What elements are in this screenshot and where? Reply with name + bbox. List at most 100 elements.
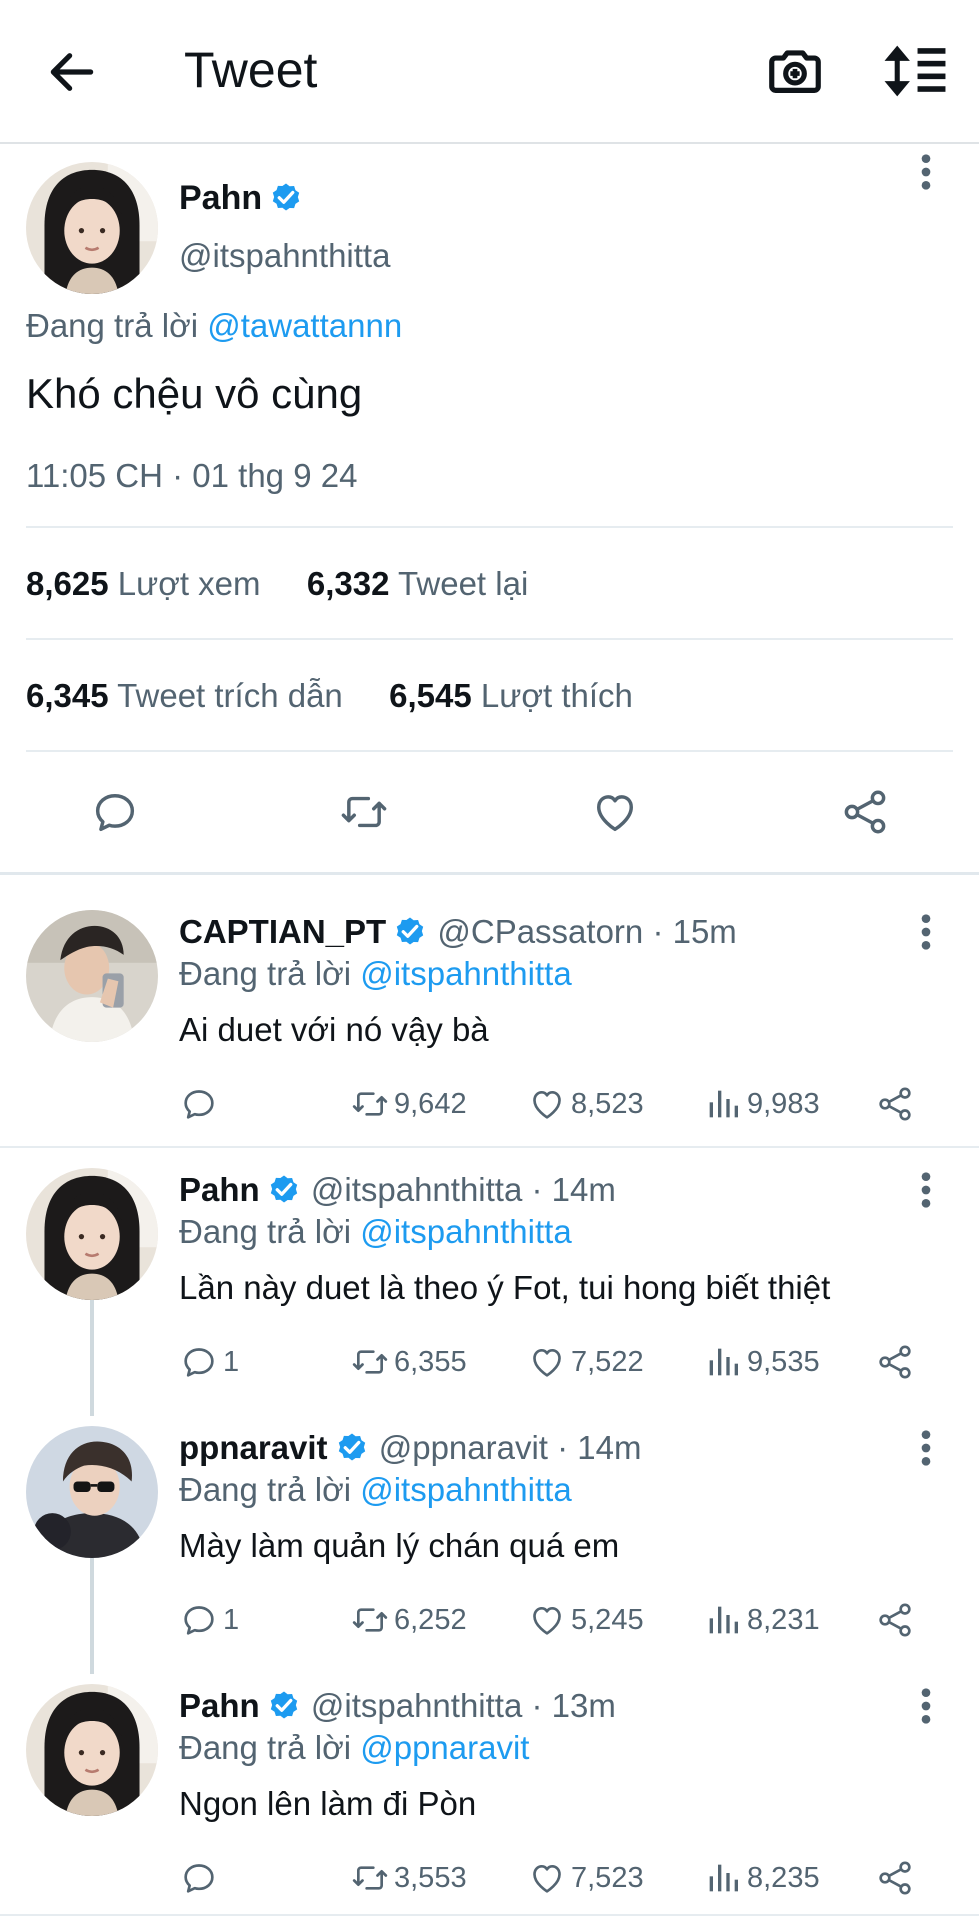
stats-row-1: 8,625 Lượt xem 6,332 Tweet lại [26, 564, 528, 604]
avatar[interactable] [26, 162, 158, 294]
replying-to-mention[interactable]: @itspahnthitta [360, 955, 571, 992]
like-button[interactable]: 7,522 [527, 1342, 644, 1382]
retweet-count: 9,642 [394, 1088, 467, 1120]
verified-badge-icon [266, 1171, 302, 1207]
avatar[interactable] [26, 910, 158, 1042]
more-vertical-icon [914, 1428, 938, 1468]
more-options-button[interactable] [914, 912, 938, 952]
retweet-count: 6,252 [394, 1604, 467, 1636]
author-name[interactable]: Pahn [179, 1171, 260, 1208]
more-options-button[interactable] [914, 1428, 938, 1468]
like-button[interactable] [589, 786, 641, 838]
replying-to-line: Đang trả lời @itspahnthitta [179, 1212, 572, 1252]
like-count: 8,523 [571, 1088, 644, 1120]
reply-header: Pahn @itspahnthitta · 13m [179, 1686, 616, 1726]
quotes-count: 6,345 [26, 677, 109, 714]
like-button[interactable]: 5,245 [527, 1600, 644, 1640]
share-button[interactable] [875, 1342, 915, 1382]
likes-stat[interactable]: 6,545 Lượt thích [389, 677, 633, 714]
sort-lines-icon [884, 45, 946, 97]
retweet-icon [338, 786, 390, 838]
avatar[interactable] [26, 1426, 158, 1558]
reply-button[interactable]: 1 [179, 1342, 239, 1382]
camera-button[interactable] [764, 40, 826, 102]
replying-to-mention[interactable]: @tawattannn [207, 307, 402, 344]
reply-actions: 9,642 8,523 9,983 [179, 1084, 939, 1124]
replying-prefix: Đang trả lời [179, 1213, 352, 1250]
view-count: 8,235 [747, 1862, 820, 1894]
views-button[interactable]: 8,231 [703, 1600, 820, 1640]
replying-prefix: Đang trả lời [26, 307, 199, 344]
like-count: 7,522 [571, 1346, 644, 1378]
sort-button[interactable] [882, 40, 948, 102]
view-count: 9,535 [747, 1346, 820, 1378]
views-stat[interactable]: 8,625 Lượt xem [26, 565, 261, 602]
reply-icon [179, 1342, 219, 1382]
more-vertical-icon [914, 152, 938, 192]
handle-time: @itspahnthitta · 14m [310, 1171, 616, 1208]
verified-badge-icon [392, 913, 428, 949]
retweet-button[interactable]: 6,252 [350, 1600, 467, 1640]
like-count: 5,245 [571, 1604, 644, 1636]
replying-to-mention[interactable]: @itspahnthitta [360, 1213, 571, 1250]
replying-to-mention[interactable]: @itspahnthitta [360, 1471, 571, 1508]
share-icon [875, 1084, 915, 1124]
reply-text: Ai duet với nó vậy bà [179, 1011, 489, 1048]
reply-count: 1 [223, 1346, 240, 1378]
quotes-stat[interactable]: 6,345 Tweet trích dẫn [26, 677, 343, 714]
retweet-icon [350, 1858, 390, 1898]
share-button[interactable] [875, 1600, 915, 1640]
author-name[interactable]: Pahn [179, 178, 304, 218]
quotes-label: Tweet trích dẫn [117, 677, 343, 714]
more-options-button[interactable] [914, 152, 938, 192]
reply-actions: 1 6,252 5,245 8,231 [179, 1600, 939, 1640]
more-vertical-icon [914, 1686, 938, 1726]
divider [26, 750, 953, 752]
views-button[interactable]: 9,983 [703, 1084, 820, 1124]
tweet-text: Khó chệu vô cùng [26, 370, 363, 417]
share-icon [875, 1342, 915, 1382]
share-button[interactable] [839, 786, 891, 838]
verified-badge-icon [334, 1429, 370, 1465]
verified-badge-icon [266, 1687, 302, 1723]
reply-button[interactable] [179, 1858, 219, 1898]
reply-text: Lần này duet là theo ý Fot, tui hong biế… [179, 1269, 831, 1306]
reply-button[interactable] [89, 786, 141, 838]
more-options-button[interactable] [914, 1170, 938, 1210]
like-button[interactable]: 7,523 [527, 1858, 644, 1898]
heart-icon [527, 1600, 567, 1640]
avatar[interactable] [26, 1684, 158, 1816]
avatar[interactable] [26, 1168, 158, 1300]
more-options-button[interactable] [914, 1686, 938, 1726]
views-icon [703, 1342, 743, 1382]
retweet-count: 6,355 [394, 1346, 467, 1378]
views-icon [703, 1600, 743, 1640]
author-name[interactable]: CAPTIAN_PT [179, 913, 386, 950]
views-button[interactable]: 9,535 [703, 1342, 820, 1382]
divider [26, 638, 953, 640]
author-handle[interactable]: @itspahnthitta [179, 236, 390, 276]
tweet-timestamp: 11:05 CH · 01 thg 9 24 [26, 457, 358, 494]
divider [26, 526, 953, 528]
replying-to-line: Đang trả lời @ppnaravit [179, 1728, 529, 1768]
retweet-button[interactable]: 9,642 [350, 1084, 467, 1124]
retweet-button[interactable]: 6,355 [350, 1342, 467, 1382]
replying-to-mention[interactable]: @ppnaravit [360, 1729, 529, 1766]
author-name[interactable]: ppnaravit [179, 1429, 328, 1466]
reply-button[interactable]: 1 [179, 1600, 239, 1640]
reply-button[interactable] [179, 1084, 219, 1124]
more-vertical-icon [914, 1170, 938, 1210]
retweet-icon [350, 1600, 390, 1640]
retweets-stat[interactable]: 6,332 Tweet lại [307, 565, 528, 602]
views-button[interactable]: 8,235 [703, 1858, 820, 1898]
verified-badge-icon [268, 179, 304, 215]
share-button[interactable] [875, 1084, 915, 1124]
back-button[interactable] [44, 44, 100, 100]
like-button[interactable]: 8,523 [527, 1084, 644, 1124]
retweet-icon [350, 1084, 390, 1124]
author-name[interactable]: Pahn [179, 1687, 260, 1724]
retweet-button[interactable]: 3,553 [350, 1858, 467, 1898]
view-count: 8,231 [747, 1604, 820, 1636]
share-button[interactable] [875, 1858, 915, 1898]
retweet-button[interactable] [338, 786, 390, 838]
